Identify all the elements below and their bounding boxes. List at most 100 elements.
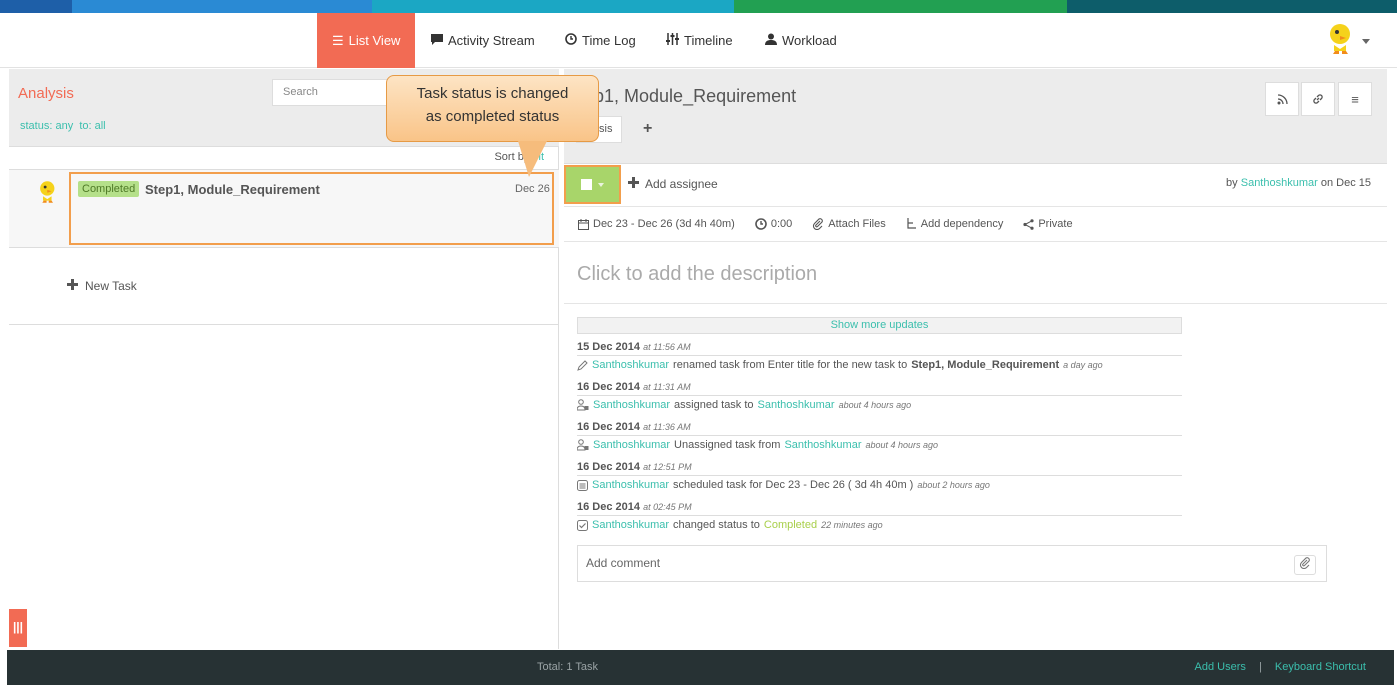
annotation-callout: Task status is changed as completed stat…	[386, 75, 599, 142]
user-icon	[765, 33, 777, 48]
tab-activity-stream[interactable]: Activity Stream	[431, 13, 535, 68]
clock-icon	[755, 218, 767, 230]
activity-item: 15 Dec 2014 at 11:56 AM Santhoshkumar re…	[577, 341, 1182, 371]
activity-target-link[interactable]: Santhoshkumar	[784, 439, 861, 451]
callout-pointer	[518, 141, 547, 177]
tab-label: Timeline	[684, 33, 733, 48]
rss-icon	[1277, 93, 1288, 104]
assignee-avatar	[38, 180, 58, 204]
footer-links: Add Users | Keyboard Shortcut	[1195, 661, 1366, 673]
tab-time-log[interactable]: Time Log	[565, 13, 636, 68]
activity-item: 16 Dec 2014 at 11:31 AM Santhoshkumar as…	[577, 381, 1182, 411]
activity-date: 16 Dec 2014 at 02:45 PM	[577, 501, 1182, 516]
activity-item: 16 Dec 2014 at 02:45 PM Santhoshkumar ch…	[577, 501, 1182, 531]
show-more-updates-button[interactable]: Show more updates	[577, 317, 1182, 334]
task-detail-header: tep1, Module_Requirement alysis + ≡	[564, 69, 1387, 164]
task-meta-row: Dec 23 - Dec 26 (3d 4h 40m) 0:00 Attach …	[564, 206, 1387, 242]
task-detail-panel: tep1, Module_Requirement alysis + ≡ Add …	[564, 69, 1387, 649]
private-label: Private	[1038, 218, 1073, 230]
activity-user-link[interactable]: Santhoshkumar	[592, 479, 669, 491]
activity-date: 15 Dec 2014 at 11:56 AM	[577, 341, 1182, 356]
description-field[interactable]: Click to add the description	[577, 263, 817, 286]
activity-user-link[interactable]: Santhoshkumar	[592, 359, 669, 371]
sliders-icon	[666, 33, 679, 48]
tab-label: Workload	[782, 33, 837, 48]
tab-label: Activity Stream	[448, 33, 535, 48]
tab-list-view[interactable]: ☰ List View	[317, 13, 416, 68]
private-toggle[interactable]: Private	[1023, 218, 1073, 230]
activity-date: 16 Dec 2014 at 11:31 AM	[577, 381, 1182, 396]
filter-to[interactable]: to: all	[79, 120, 105, 132]
comment-input[interactable]: Add comment	[577, 545, 1327, 582]
task-title[interactable]: tep1, Module_Requirement	[579, 86, 796, 107]
callout-line: Task status is changed	[416, 85, 569, 102]
new-task-button[interactable]: New Task	[67, 279, 137, 293]
assign-icon	[577, 399, 589, 411]
filters: status: any to: all	[20, 120, 106, 132]
new-task-label: New Task	[85, 279, 137, 293]
task-total: Total: 1 Task	[537, 661, 598, 673]
activity-text: Santhoshkumar assigned task to Santhoshk…	[577, 399, 1182, 411]
filter-status[interactable]: status: any	[20, 120, 73, 132]
add-tag-icon[interactable]: +	[643, 120, 652, 138]
activity-item: 16 Dec 2014 at 11:36 AM Santhoshkumar Un…	[577, 421, 1182, 451]
activity-text: Santhoshkumar changed status to Complete…	[577, 519, 1182, 531]
rss-button[interactable]	[1265, 82, 1299, 116]
sidebar-toggle-button[interactable]: |||	[9, 609, 27, 647]
comment-icon	[431, 33, 443, 48]
add-assignee-label: Add assignee	[645, 177, 718, 191]
creator-link[interactable]: Santhoshkumar	[1241, 177, 1318, 189]
task-due-date: Dec 26	[515, 183, 550, 195]
add-assignee-button[interactable]: Add assignee	[628, 177, 718, 191]
attach-files-button[interactable]: Attach Files	[812, 218, 886, 230]
add-dependency-button[interactable]: Add dependency	[906, 218, 1004, 230]
plus-icon	[67, 279, 78, 293]
activity-user-link[interactable]: Santhoshkumar	[593, 439, 670, 451]
activity-item: 16 Dec 2014 at 12:51 PM Santhoshkumar sc…	[577, 461, 1182, 491]
divider	[564, 303, 1387, 304]
add-users-link[interactable]: Add Users	[1195, 661, 1246, 673]
callout-line: as completed status	[425, 108, 560, 125]
top-color-stripe	[0, 0, 1397, 13]
dependency-label: Add dependency	[920, 218, 1004, 230]
pencil-icon	[577, 359, 588, 371]
checkbox-icon	[581, 179, 592, 190]
menu-button[interactable]: ≡	[1338, 82, 1372, 116]
task-name[interactable]: Step1, Module_Requirement	[145, 182, 320, 197]
task-row[interactable]: Completed Step1, Module_Requirement Dec …	[9, 169, 559, 248]
activity-user-link[interactable]: Santhoshkumar	[593, 399, 670, 411]
date-range[interactable]: Dec 23 - Dec 26 (3d 4h 40m)	[578, 218, 735, 230]
checkbox-icon	[577, 519, 588, 531]
tab-timeline[interactable]: Timeline	[666, 13, 733, 68]
chevron-down-icon	[598, 182, 604, 187]
by-prefix: by	[1226, 177, 1238, 189]
activity-date: 16 Dec 2014 at 11:36 AM	[577, 421, 1182, 436]
paperclip-icon	[813, 218, 824, 230]
activity-target-link[interactable]: Santhoshkumar	[758, 399, 835, 411]
search-input[interactable]: Search	[272, 79, 402, 106]
tab-workload[interactable]: Workload	[765, 13, 837, 68]
keyboard-shortcut-link[interactable]: Keyboard Shortcut	[1275, 661, 1366, 673]
date-range-label: Dec 23 - Dec 26 (3d 4h 40m)	[593, 218, 735, 230]
assign-icon	[577, 439, 589, 451]
link-icon	[1313, 94, 1323, 104]
clock-icon	[565, 33, 577, 48]
list-icon: ☰	[332, 32, 344, 48]
time-tracked[interactable]: 0:00	[755, 218, 792, 230]
divider	[9, 324, 559, 325]
activity-text: Santhoshkumar scheduled task for Dec 23 …	[577, 479, 1182, 491]
tab-label: List View	[348, 33, 401, 48]
user-avatar[interactable]	[1327, 23, 1355, 55]
attach-comment-button[interactable]	[1294, 555, 1316, 575]
time-label: 0:00	[770, 218, 793, 230]
status-toggle-button[interactable]	[564, 165, 621, 204]
hamburger-icon: ≡	[1351, 91, 1359, 107]
top-navigation: ☰ List View Activity Stream Time Log Tim…	[0, 13, 1397, 68]
attach-label: Attach Files	[828, 218, 886, 230]
footer-separator: |	[1258, 661, 1262, 673]
created-by: by Santhoshkumar on Dec 15	[1226, 177, 1371, 189]
activity-user-link[interactable]: Santhoshkumar	[592, 519, 669, 531]
link-button[interactable]	[1301, 82, 1335, 116]
dependency-icon	[907, 218, 916, 229]
chevron-down-icon[interactable]	[1362, 39, 1370, 44]
